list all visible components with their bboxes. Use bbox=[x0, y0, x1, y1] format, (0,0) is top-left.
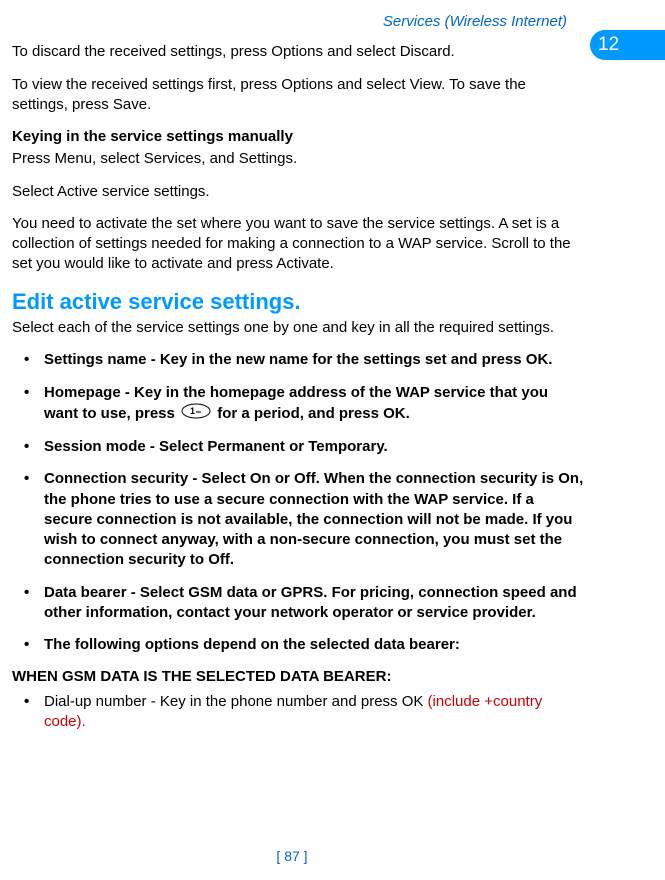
subheading-gsm: WHEN GSM DATA IS THE SELECTED DATA BEARE… bbox=[12, 667, 584, 687]
list-item-data-bearer: Data bearer - Select GSM data or GPRS. F… bbox=[12, 583, 584, 624]
list-item-homepage-text2: for a period, and press OK. bbox=[217, 405, 410, 422]
list-item-session-mode: Session mode - Select Permanent or Tempo… bbox=[12, 437, 584, 457]
list-item-depends-on-bearer: The following options depend on the sele… bbox=[12, 635, 584, 655]
gsm-list: Dial-up number - Key in the phone number… bbox=[12, 692, 584, 733]
list-item-connection-security: Connection security - Select On or Off. … bbox=[12, 469, 584, 570]
list-item-dialup: Dial-up number - Key in the phone number… bbox=[12, 692, 584, 733]
section-intro: Select each of the service settings one … bbox=[12, 318, 584, 338]
subheading-manual: Keying in the service settings manually bbox=[12, 127, 584, 147]
list-item-settings-name: Settings name - Key in the new name for … bbox=[12, 350, 584, 370]
section-title-edit: Edit active service settings. bbox=[12, 287, 584, 317]
list-item-homepage: Homepage - Key in the homepage address o… bbox=[12, 383, 584, 426]
svg-text:1: 1 bbox=[190, 406, 195, 416]
page-number: [ 87 ] bbox=[0, 847, 584, 866]
settings-list: Settings name - Key in the new name for … bbox=[12, 350, 584, 655]
svg-text:∞: ∞ bbox=[196, 409, 201, 416]
list-item-dialup-text: Dial-up number - Key in the phone number… bbox=[44, 693, 428, 710]
paragraph-activate-set: You need to activate the set where you w… bbox=[12, 214, 584, 275]
paragraph-menu-path: Press Menu, select Services, and Setting… bbox=[12, 149, 584, 169]
paragraph-active-settings: Select Active service settings. bbox=[12, 182, 584, 202]
paragraph-view-save: To view the received settings first, pre… bbox=[12, 75, 584, 116]
paragraph-discard: To discard the received settings, press … bbox=[12, 42, 584, 62]
key-1-icon: 1 ∞ bbox=[181, 403, 211, 425]
page-content: To discard the received settings, press … bbox=[12, 42, 584, 732]
header-title: Services (Wireless Internet) bbox=[12, 12, 577, 32]
chapter-number-badge: 12 bbox=[590, 30, 665, 60]
